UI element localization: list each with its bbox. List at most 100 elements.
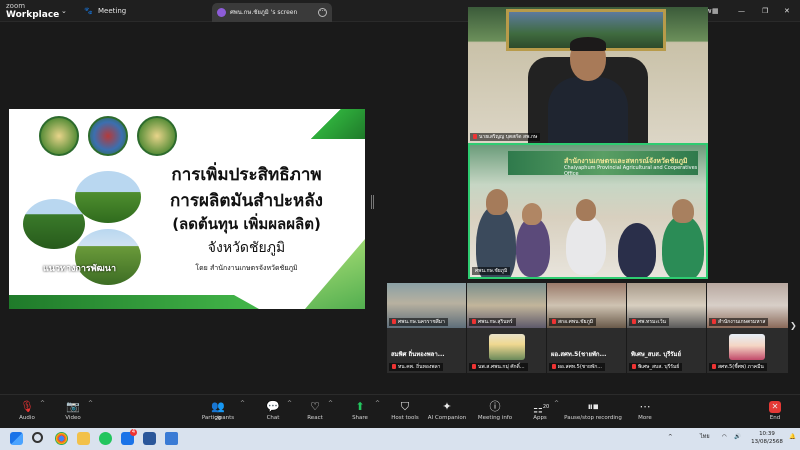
gallery-name-label: พิเศษ_สบส. บุรีรัมย์ [638, 364, 680, 370]
file-explorer-icon[interactable] [77, 432, 90, 445]
slide-decor-top [305, 109, 365, 139]
gallery-name-label: ศพ.ทรมะเว้น [638, 319, 666, 325]
participants-icon: 👥20 [211, 400, 225, 423]
video-label: Video [65, 415, 81, 421]
info-icon: ⓘ [489, 400, 501, 413]
close-icon[interactable]: ✕ [784, 0, 790, 22]
share-screen-icon: ⬆ [355, 400, 365, 413]
muted-mic-icon [473, 134, 477, 139]
ai-companion-button[interactable]: ✦ AI Companion [422, 400, 472, 422]
restore-icon[interactable]: ❐ [762, 0, 768, 22]
share-screen-tab[interactable]: ศพน.กษ.ชัยภูมิ 's screen ··· [212, 3, 332, 22]
mic-muted-icon: 🎙 [20, 400, 34, 413]
wifi-icon[interactable]: ◠ [722, 433, 727, 441]
view-grid-icon[interactable]: ▦ [712, 0, 719, 22]
slide-photo-farmers [23, 199, 85, 249]
slide-byline: โดย สำนักงานเกษตรจังหวัดชัยภูมิ [195, 264, 298, 272]
apps-label: Apps [533, 415, 547, 421]
video-tile-active[interactable]: สำนักงานเกษตรและสหกรณ์จังหวัดชัยภูมิ Cha… [468, 143, 708, 279]
video-options-chevron-icon[interactable]: ^ [88, 400, 93, 407]
end-meeting-button[interactable]: ✕ End [750, 401, 800, 421]
chrome-icon[interactable] [55, 432, 68, 445]
notification-badge: 4 [130, 429, 137, 436]
gallery-tile[interactable]: สำนักงานเกษตรมหาส [707, 283, 788, 328]
gallery-name-tag: ผอ.สศท.5(ชายพัก... [549, 363, 605, 371]
video-name-label: นายเสริญญ บุตสกัด สพ.กษ [479, 134, 538, 140]
meeting-icon: 🐾 [84, 7, 93, 15]
gallery-name-tag: หน.คพ. ถิ่นทองพลา [389, 363, 444, 371]
meeting-toolbar: 🎙 Audio ^ 📷 Video ^ 👥20 Participants ^ 💬… [0, 394, 800, 428]
clock[interactable]: 10:39 13/08/2568 [748, 430, 786, 446]
muted-mic-icon [392, 364, 396, 369]
gallery-tile[interactable]: สมพิศ ถิ่นทองพลา... หน.คพ. ถิ่นทองพลา [387, 328, 466, 373]
gallery-tile[interactable]: ศพน.กษ.สุรินทร์ [467, 283, 546, 328]
slide-logo-left [39, 116, 79, 156]
gallery-title: พิเศษ_สบส. บุรีรัมย์ [631, 351, 681, 358]
gallery-tile[interactable]: ผอ.สศท.5(ชายพัก... ผอ.สศท.5(ชายพัก... [547, 328, 626, 373]
calculator-icon[interactable] [165, 432, 178, 445]
attendee [516, 217, 550, 277]
participants-options-chevron-icon[interactable]: ^ [240, 400, 245, 407]
share-label: Share [352, 415, 368, 421]
sparkle-icon: ✦ [442, 400, 452, 413]
tray-overflow-chevron-icon[interactable]: ^ [668, 433, 673, 441]
line-app-icon[interactable] [99, 432, 112, 445]
slide-title-line1: การเพิ่มประสิทธิภาพ [171, 165, 322, 185]
video-tile-speaker[interactable]: นายเสริญญ บุตสกัด สพ.กษ [468, 7, 708, 143]
gallery-tile[interactable]: สกอ.ศพน.ชัยภูมิ [547, 283, 626, 328]
gallery-tile[interactable]: ศพ.ทรมะเว้น [627, 283, 706, 328]
meeting-label[interactable]: Meeting [98, 0, 126, 22]
word-icon[interactable] [143, 432, 156, 445]
gallery-name-label: สกอ.ศพน.ชัยภูมิ [558, 319, 594, 325]
gallery-name-label: สำนักงานเกษตรมหาส [718, 319, 766, 325]
more-button[interactable]: ⋯ More [620, 400, 670, 422]
more-icon: ⋯ [639, 400, 651, 413]
end-call-icon: ✕ [769, 401, 781, 413]
slide-motto: แนวทางการพัฒนา [43, 264, 116, 274]
split-view-handle[interactable] [371, 195, 374, 209]
minimize-icon[interactable]: — [738, 0, 745, 22]
slide-decor-bottom [9, 295, 259, 309]
video-name-tag: นายเสริญญ บุตสกัด สพ.กษ [470, 133, 541, 141]
input-language[interactable]: ไทย [700, 433, 710, 441]
more-options-icon[interactable]: ··· [318, 8, 327, 17]
meeting-info-button[interactable]: ⓘ Meeting info [470, 400, 520, 422]
participants-button[interactable]: 👥20 Participants [193, 400, 243, 423]
windows-start-icon[interactable] [10, 432, 23, 445]
attendee-head [576, 199, 596, 221]
react-label: React [307, 415, 323, 421]
apps-options-chevron-icon[interactable]: ^ [554, 400, 559, 407]
shield-icon: ⛉ [400, 400, 410, 413]
app-menu-chevron-icon[interactable]: ⌄ [61, 0, 67, 22]
gallery-tile[interactable]: พิเศษ_สบส. บุรีรัมย์ พิเศษ_สบส. บุรีรัมย… [627, 328, 706, 373]
audio-options-chevron-icon[interactable]: ^ [40, 400, 45, 407]
attendee-head [522, 203, 542, 225]
gallery-tile[interactable]: นพ.ส.ศพน.กมุ่ ศักดิ์... [467, 328, 546, 373]
shared-screen-slide[interactable]: แนวทางการพัฒนา การเพิ่มประสิทธิภาพ การผล… [9, 109, 365, 309]
attendee-head [486, 189, 508, 215]
clock-time: 10:39 [759, 431, 775, 437]
slide-photo-crops [75, 229, 141, 285]
person-body [548, 77, 628, 143]
gallery-tile[interactable]: สศท.5(ชี้ศพ) ภาคมีน [707, 328, 788, 373]
notifications-bell-icon[interactable]: 🔔 [789, 433, 796, 441]
gallery-name-label: หน.คพ. ถิ่นทองพลา [398, 364, 441, 370]
gallery-tile[interactable]: ศพน.กษ.นครราชสีมา [387, 283, 466, 328]
gallery-next-arrow-icon[interactable]: ❯ [790, 321, 797, 330]
muted-mic-icon [472, 319, 476, 324]
gallery-name-label: ศพน.กษ.นครราชสีมา [398, 319, 445, 325]
participant-person [548, 37, 628, 143]
muted-mic-icon [472, 364, 476, 369]
chat-icon: 💬 [266, 400, 280, 413]
clock-date: 13/08/2568 [751, 439, 783, 445]
search-icon[interactable] [32, 432, 43, 443]
pause-stop-recording-button[interactable]: ⏸⏹ Pause/stop recording [562, 401, 624, 422]
react-options-chevron-icon[interactable]: ^ [328, 400, 333, 407]
more-label: More [638, 415, 652, 421]
volume-icon[interactable]: 🔊 [734, 433, 741, 441]
video-name-label: ศพน.กษ.ชัยภูมิ [475, 268, 508, 274]
zoom-taskbar-icon[interactable]: 4 [121, 429, 137, 445]
video-name-tag: ศพน.กษ.ชัยภูมิ [472, 267, 511, 275]
participant-avatar [729, 334, 765, 360]
slide-logo-right [137, 116, 177, 156]
